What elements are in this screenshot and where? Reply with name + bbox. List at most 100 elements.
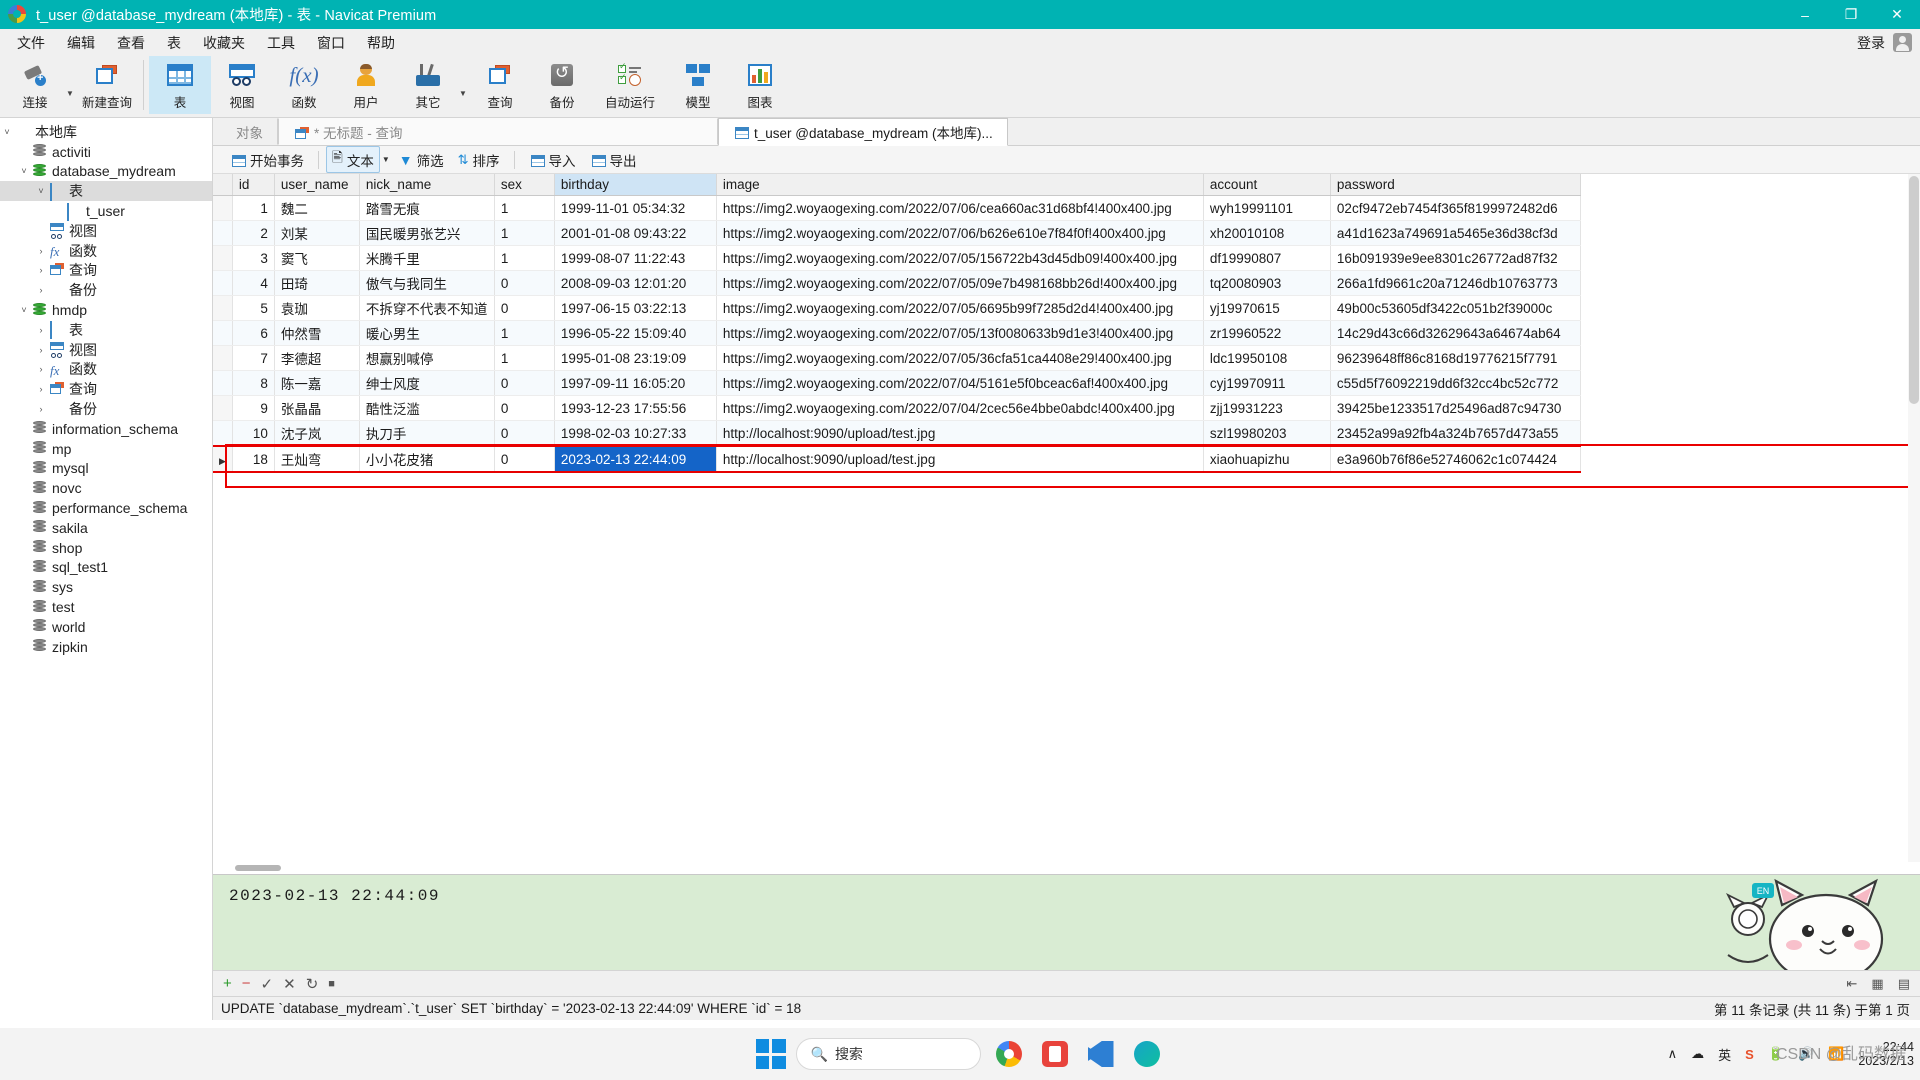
cell-birthday[interactable]: 2008-09-03 12:01:20 [554, 270, 717, 296]
cell-image[interactable]: https://img2.woyaogexing.com/2022/07/04/… [716, 370, 1204, 396]
filter-button[interactable]: ▼ 筛选 [392, 148, 451, 172]
tree-toggle-arrow-icon[interactable]: › [34, 285, 48, 295]
maximize-button[interactable]: ❐ [1828, 0, 1874, 29]
stop-button[interactable]: ■ [328, 978, 335, 990]
table-row[interactable]: 5 袁珈 不拆穿不代表不知道 0 1997-06-15 03:22:13 https://… [213, 295, 1581, 321]
tree-item-world-25[interactable]: world [0, 617, 212, 637]
tray-cloud-icon[interactable]: ☁ [1691, 1046, 1704, 1062]
tree-toggle-arrow-icon[interactable]: ˅ [17, 166, 31, 176]
cell-id[interactable]: 7 [232, 345, 275, 371]
cell-user_name[interactable]: 陈一嘉 [274, 370, 360, 396]
tree-toggle-arrow-icon[interactable]: › [34, 404, 48, 414]
tree-item-sql_test1-22[interactable]: sql_test1 [0, 558, 212, 578]
tree-toggle-arrow-icon[interactable]: › [34, 345, 48, 355]
tree-toggle-arrow-icon[interactable]: › [34, 246, 48, 256]
tree-item--14[interactable]: › 备份 [0, 399, 212, 419]
cell-user_name[interactable]: 刘某 [274, 220, 360, 246]
tree-toggle-arrow-icon[interactable]: ˅ [34, 186, 48, 196]
cell-sex[interactable]: 1 [494, 345, 555, 371]
cell-id[interactable]: 1 [232, 195, 275, 221]
column-header-nick_name[interactable]: nick_name [359, 174, 495, 196]
cell-sex[interactable]: 0 [494, 395, 555, 421]
menu-favorites[interactable]: 收藏夹 [192, 30, 256, 56]
cell-sex[interactable]: 1 [494, 245, 555, 271]
cell-account[interactable]: cyj19970911 [1203, 370, 1331, 396]
tree-item--12[interactable]: › fx 函数 [0, 360, 212, 380]
cell-image[interactable]: http://localhost:9090/upload/test.jpg [716, 445, 1204, 473]
cell-preview-pane[interactable]: 2023-02-13 22:44:09 EN [213, 874, 1920, 985]
cell-nick_name[interactable]: 国民暖男张艺兴 [359, 220, 495, 246]
tree-item-shop-21[interactable]: shop [0, 538, 212, 558]
cell-password[interactable]: 02cf9472eb7454f365f8199972482d6 [1330, 195, 1581, 221]
cell-id[interactable]: 9 [232, 395, 275, 421]
cell-nick_name[interactable]: 暖心男生 [359, 320, 495, 346]
export-button[interactable]: 导出 [583, 148, 644, 172]
ribbon-function[interactable]: f(x) 函数 [273, 56, 335, 114]
close-button[interactable]: ✕ [1874, 0, 1920, 29]
cell-birthday[interactable]: 1997-09-11 16:05:20 [554, 370, 717, 396]
cell-birthday[interactable]: 2023-02-13 22:44:09 [554, 445, 717, 473]
cell-account[interactable]: tq20080903 [1203, 270, 1331, 296]
cell-nick_name[interactable]: 执刀手 [359, 420, 495, 447]
tray-ime-icon[interactable]: 英 [1718, 1045, 1731, 1064]
table-row[interactable]: 4 田琦 傲气与我同生 0 2008-09-03 12:01:20 https://img… [213, 270, 1581, 296]
avatar[interactable] [1893, 33, 1912, 52]
column-header-birthday[interactable]: birthday [554, 174, 717, 196]
cell-password[interactable]: 14c29d43c66d32629643a64674ab64 [1330, 320, 1581, 346]
cell-user_name[interactable]: 田琦 [274, 270, 360, 296]
menu-tools[interactable]: 工具 [256, 30, 306, 56]
row-handle[interactable] [213, 245, 233, 271]
menu-window[interactable]: 窗口 [306, 30, 356, 56]
cell-sex[interactable]: 0 [494, 420, 555, 447]
cell-sex[interactable]: 0 [494, 295, 555, 321]
cell-account[interactable]: zr19960522 [1203, 320, 1331, 346]
cell-password[interactable]: 23452a99a92fb4a324b7657d473a55 [1330, 420, 1581, 447]
cell-account[interactable]: wyh19991101 [1203, 195, 1331, 221]
cell-image[interactable]: https://img2.woyaogexing.com/2022/07/05/… [716, 245, 1204, 271]
cell-account[interactable]: ldc19950108 [1203, 345, 1331, 371]
tree-toggle-arrow-icon[interactable]: › [34, 384, 48, 394]
cell-nick_name[interactable]: 不拆穿不代表不知道 [359, 295, 495, 321]
cell-birthday[interactable]: 1996-05-22 15:09:40 [554, 320, 717, 346]
cell-password[interactable]: c55d5f76092219dd6f32cc4bc52c772 [1330, 370, 1581, 396]
cell-birthday[interactable]: 1999-08-07 11:22:43 [554, 245, 717, 271]
cell-nick_name[interactable]: 小小花皮猪 [359, 445, 495, 473]
row-handle[interactable] [213, 295, 233, 321]
cell-image[interactable]: https://img2.woyaogexing.com/2022/07/05/… [716, 270, 1204, 296]
minimize-button[interactable]: – [1782, 0, 1828, 29]
cell-user_name[interactable]: 张晶晶 [274, 395, 360, 421]
cell-account[interactable]: szl19980203 [1203, 420, 1331, 447]
cell-user_name[interactable]: 王灿弯 [274, 445, 360, 473]
cell-account[interactable]: df19990807 [1203, 245, 1331, 271]
row-handle[interactable] [213, 370, 233, 396]
tree-item--13[interactable]: › 查询 [0, 379, 212, 399]
tree-item-activiti-1[interactable]: activiti [0, 142, 212, 162]
cell-user_name[interactable]: 仲然雪 [274, 320, 360, 346]
table-row[interactable]: 1 魏二 踏雪无痕 1 1999-11-01 05:34:32 https://img2.… [213, 195, 1581, 221]
cell-id[interactable]: 18 [232, 445, 275, 473]
tree-item-information_schema-15[interactable]: information_schema [0, 419, 212, 439]
ribbon-chart[interactable]: 图表 [729, 56, 791, 114]
row-handle[interactable] [213, 420, 233, 447]
cell-sex[interactable]: 1 [494, 320, 555, 346]
import-button[interactable]: 导入 [522, 148, 583, 172]
taskbar-search-box[interactable]: 🔍 搜索 [795, 1038, 981, 1070]
connection-dropdown-caret-icon[interactable]: ▼ [66, 89, 76, 98]
tree-item-sakila-20[interactable]: sakila [0, 518, 212, 538]
tree-item-mp-16[interactable]: mp [0, 439, 212, 459]
tray-expand-icon[interactable]: ∧ [1668, 1046, 1678, 1062]
tab-t-user-table[interactable]: t_user @database_mydream (本地库)... [718, 118, 1008, 146]
cell-nick_name[interactable]: 酷性泛滥 [359, 395, 495, 421]
row-handle[interactable] [213, 320, 233, 346]
tree-item-sys-23[interactable]: sys [0, 577, 212, 597]
text-view-caret-icon[interactable]: ▼ [380, 155, 392, 164]
cell-password[interactable]: 39425be1233517d25496ad87c94730 [1330, 395, 1581, 421]
tree-toggle-arrow-icon[interactable]: › [34, 364, 48, 374]
cell-birthday[interactable]: 1993-12-23 17:55:56 [554, 395, 717, 421]
login-link[interactable]: 登录 [1857, 33, 1885, 53]
row-handle[interactable]: ▶ [213, 445, 233, 473]
cell-password[interactable]: 96239648ff86c8168d19776215f7791 [1330, 345, 1581, 371]
ribbon-view[interactable]: 视图 [211, 56, 273, 114]
data-grid-area[interactable]: id user_name nick_name sex birthday image acco… [213, 174, 1920, 874]
row-handle[interactable] [213, 395, 233, 421]
